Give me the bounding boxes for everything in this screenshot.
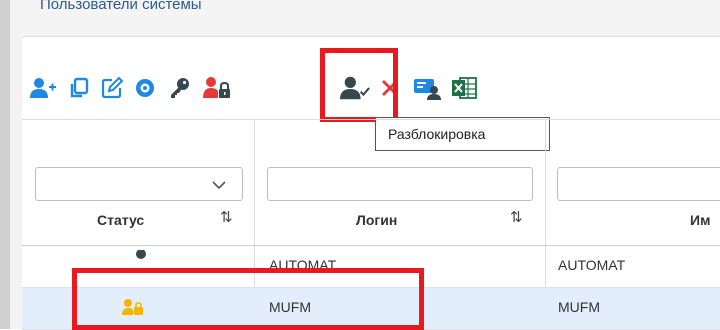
- sort-status-icon[interactable]: ⇅: [220, 208, 233, 226]
- chevron-down-icon: [212, 177, 226, 193]
- name-filter-input[interactable]: [557, 167, 720, 201]
- view-icon: [136, 79, 154, 97]
- column-header-name[interactable]: Им: [690, 212, 710, 228]
- toolbar: [22, 37, 720, 122]
- unblock-button-highlight: [320, 48, 398, 122]
- copy-button[interactable]: [64, 73, 94, 103]
- window-edge: [0, 0, 10, 329]
- add-user-icon: [30, 78, 56, 98]
- panel-header: Пользователи системы: [22, 0, 720, 37]
- panel-title: Пользователи системы: [40, 0, 202, 13]
- key-icon: [132, 249, 150, 267]
- excel-icon: [452, 77, 477, 99]
- user-card-button[interactable]: [412, 73, 442, 103]
- column-header-login[interactable]: Логин: [356, 212, 397, 228]
- sort-login-icon[interactable]: ⇅: [510, 208, 523, 226]
- copy-icon: [70, 77, 89, 98]
- user-card-icon: [414, 79, 441, 100]
- lock-user-icon: [203, 77, 230, 98]
- column-header-status[interactable]: Статус: [97, 212, 144, 228]
- status-filter-dropdown[interactable]: [35, 167, 243, 201]
- name-cell: AUTOMAT: [558, 257, 626, 273]
- login-filter-input[interactable]: [267, 167, 533, 201]
- view-button[interactable]: [130, 73, 160, 103]
- export-excel-button[interactable]: [449, 73, 479, 103]
- add-user-button[interactable]: [28, 73, 58, 103]
- selected-row-highlight: [72, 268, 424, 330]
- block-user-button[interactable]: [202, 73, 232, 103]
- change-password-button[interactable]: [165, 73, 195, 103]
- name-cell: MUFM: [558, 299, 600, 315]
- users-grid: Статус ⇅ Логин ⇅ Им AUTOMAT AUTOMAT MUFM…: [22, 119, 720, 330]
- key-icon: [171, 78, 189, 98]
- edit-icon: [101, 76, 124, 99]
- edit-button[interactable]: [97, 73, 127, 103]
